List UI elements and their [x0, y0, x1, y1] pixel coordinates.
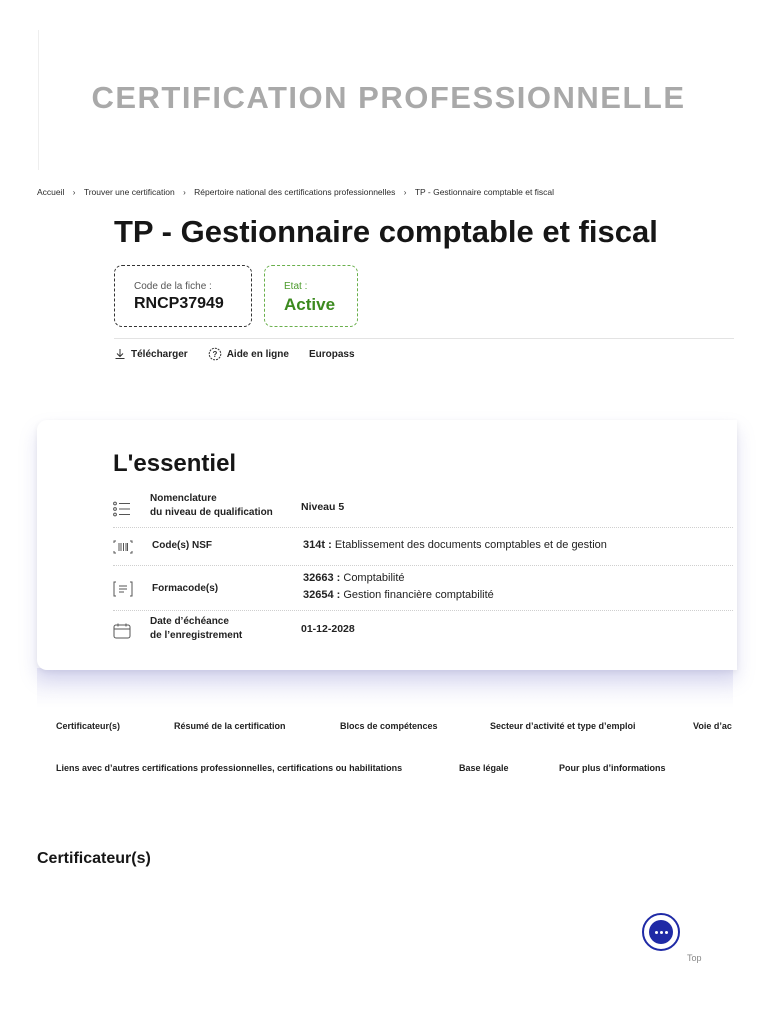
essentiel-title: L'essentiel	[113, 450, 237, 477]
tab-liens-certifications[interactable]: Liens avec d’autres certifications profe…	[56, 763, 402, 773]
tab-resume[interactable]: Résumé de la certification	[174, 721, 286, 731]
download-icon	[115, 349, 125, 359]
section-title-certificateurs: Certificateur(s)	[37, 850, 151, 867]
essentiel-card: L'essentiel Nomenclature du niveau de qu…	[37, 420, 737, 670]
row-nomenclature-value: Niveau 5	[301, 501, 345, 513]
code-fiche-label: Code de la fiche :	[134, 281, 212, 292]
code-fiche-value: RNCP37949	[134, 295, 224, 312]
help-label: Aide en ligne	[226, 348, 289, 360]
chevron-right-icon: ›	[183, 188, 186, 197]
europass-label: Europass	[308, 348, 355, 360]
row-nomenclature-label: Nomenclature du niveau de qualification	[150, 493, 273, 518]
svg-text:?: ?	[212, 350, 217, 359]
back-to-top-link[interactable]: Top	[687, 953, 702, 963]
row-nsf-label: Code(s) NSF	[152, 540, 212, 551]
help-link[interactable]: ? Aide en ligne	[208, 347, 289, 361]
chevron-right-icon: ›	[72, 188, 76, 197]
chevron-right-icon: ›	[403, 188, 407, 197]
row-formacode-label: Formacode(s)	[152, 583, 219, 594]
chat-bubble-icon	[649, 920, 673, 944]
tab-blocs-competences[interactable]: Blocs de compétences	[340, 721, 438, 731]
row-nsf: Code(s) NSF 314t : Etablissement des doc…	[113, 528, 733, 566]
etat-value: Active	[284, 295, 336, 314]
barcode-icon	[113, 540, 133, 554]
code-fiche-badge: Code de la fiche : RNCP37949	[114, 265, 252, 327]
divider	[114, 338, 734, 339]
etat-badge: Etat : Active	[264, 265, 358, 327]
page-title: TP - Gestionnaire comptable et fiscal	[114, 214, 658, 249]
download-label: Télécharger	[131, 348, 188, 360]
chat-button[interactable]	[642, 913, 680, 951]
row-echeance: Date d’échéance de l’enregistrement 01-1…	[113, 611, 733, 651]
row-echeance-value: 01-12-2028	[301, 623, 355, 635]
etat-label: Etat :	[284, 281, 308, 292]
row-nsf-value: 314t : Etablissement des documents compt…	[303, 539, 607, 551]
actions-bar: Télécharger ? Aide en ligne Europass	[114, 346, 375, 362]
tab-base-legale[interactable]: Base légale	[459, 763, 509, 773]
document-list-icon	[113, 581, 133, 597]
list-icon	[113, 501, 130, 517]
breadcrumb-item-repertoire[interactable]: Répertoire national des certifications p…	[194, 187, 395, 197]
tab-secteur-activite[interactable]: Secteur d’activité et type d’emploi	[490, 721, 636, 731]
tab-plus-informations[interactable]: Pour plus d’informations	[559, 763, 666, 773]
europass-link[interactable]: Europass	[309, 349, 355, 360]
breadcrumb-item-home[interactable]: Accueil	[37, 187, 64, 197]
hero-banner: CERTIFICATION PROFESSIONNELLE	[38, 30, 738, 170]
tab-certificateurs[interactable]: Certificateur(s)	[56, 721, 120, 731]
breadcrumb-item-find[interactable]: Trouver une certification	[84, 187, 175, 197]
row-echeance-label: Date d’échéance de l’enregistrement	[150, 616, 243, 641]
hero-title: CERTIFICATION PROFESSIONNELLE	[91, 80, 686, 115]
row-formacode: Formacode(s) 32663 : Comptabilité 32654 …	[113, 566, 733, 611]
breadcrumb-item-current: TP - Gestionnaire comptable et fiscal	[414, 187, 555, 197]
calendar-icon	[113, 623, 131, 639]
row-nomenclature: Nomenclature du niveau de qualification …	[113, 490, 733, 528]
breadcrumb: Accueil › Trouver une certification › Ré…	[37, 187, 554, 197]
card-shadow	[37, 668, 733, 708]
question-circle-icon: ?	[208, 347, 222, 361]
row-formacode-value: 32663 : Comptabilité 32654 : Gestion fin…	[303, 572, 494, 601]
download-link[interactable]: Télécharger	[114, 348, 188, 360]
tab-voie-acces[interactable]: Voie d’ac	[693, 721, 732, 731]
